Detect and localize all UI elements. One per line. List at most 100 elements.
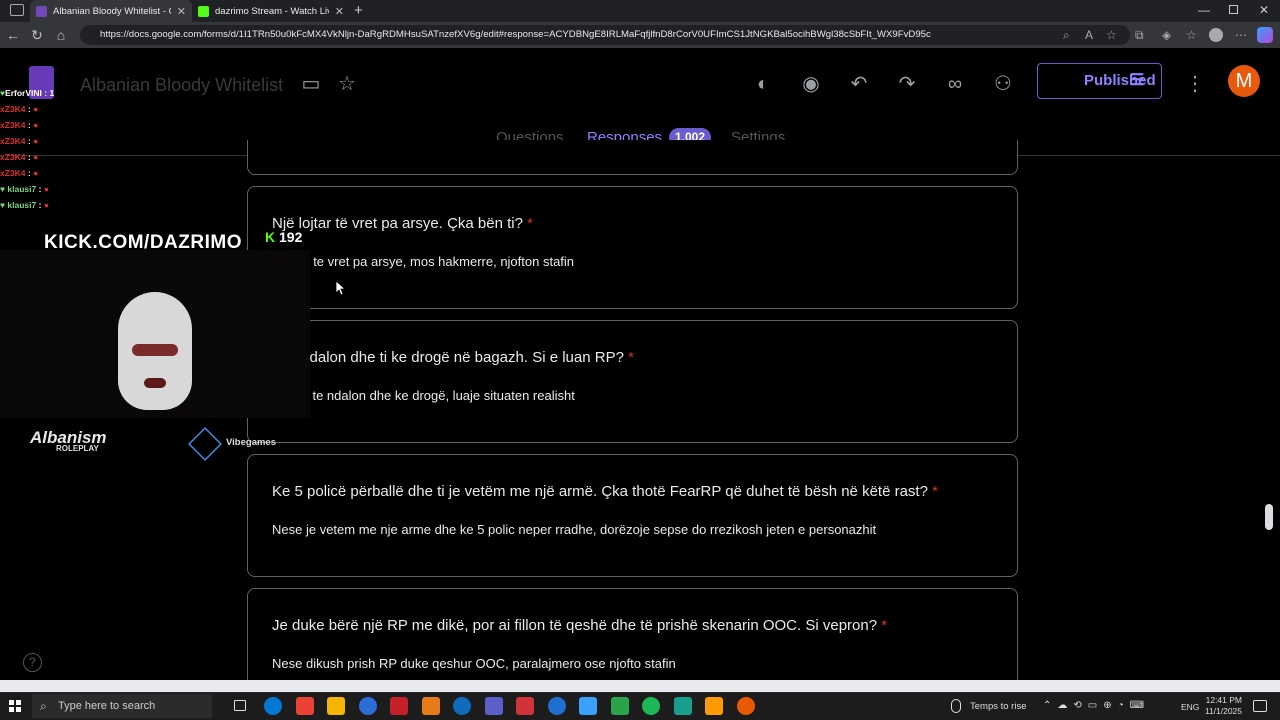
reload-icon[interactable]: ↻ (27, 25, 47, 45)
search-placeholder: Type here to search (58, 700, 156, 712)
publish-settings-icon: ☰ (1130, 72, 1145, 89)
taskbar-app-icon[interactable] (642, 697, 660, 715)
minimize-icon[interactable]: — (1198, 3, 1210, 17)
taskbar-app-icon[interactable] (673, 697, 692, 715)
folder-icon[interactable]: ▭ (297, 70, 325, 98)
taskbar-app-icon[interactable] (327, 697, 345, 715)
chat-message: xZ3K4 : ● (0, 152, 39, 162)
taskbar-app-icon[interactable] (547, 697, 566, 715)
restore-icon[interactable] (1229, 5, 1238, 14)
question-text: Një lojtar të vret pa arsye. Çka bën ti?… (272, 215, 533, 232)
answer-text: Nese je vetem me nje arme dhe ke 5 polic… (272, 522, 877, 537)
undo-icon[interactable]: ↶ (845, 70, 873, 98)
browser-essentials-icon[interactable]: ◈ (1162, 25, 1171, 45)
back-icon[interactable]: ← (3, 25, 23, 45)
mouse-cursor-icon (336, 281, 346, 296)
taskbar-app-icon[interactable] (453, 697, 471, 715)
language-indicator[interactable]: ENG (1181, 702, 1199, 712)
zoom-icon[interactable]: ⌕ (1063, 25, 1070, 45)
tab-google-form[interactable]: Albanian Bloody Whitelist - Goog ✕ (30, 0, 192, 22)
more-options-icon[interactable]: ⋮ (1181, 70, 1209, 98)
palette-icon[interactable]: ◐ (749, 70, 777, 98)
avatar[interactable]: M (1228, 65, 1260, 97)
copilot-icon[interactable] (1257, 27, 1273, 43)
chat-message: xZ3K4 : ● (0, 136, 39, 146)
kick-logo-icon: K (265, 229, 276, 245)
new-tab-icon[interactable]: + (354, 2, 363, 19)
chat-message: ♥ klausi7 : ● (0, 184, 49, 194)
taskbar-app-icon[interactable] (516, 697, 534, 715)
close-window-icon[interactable]: ✕ (1259, 3, 1269, 17)
notifications-icon[interactable] (1253, 700, 1267, 712)
response-card: Ke 5 policë përballë dhe ti je vetëm me … (247, 454, 1018, 577)
chat-message: xZ3K4 : ● (0, 104, 39, 114)
taskbar-app-icon[interactable] (421, 697, 440, 715)
taskbar-clock[interactable]: 12:41 PM 11/1/2025 (1198, 695, 1242, 717)
help-icon[interactable]: ? (23, 653, 42, 672)
taskbar-app-icon[interactable] (579, 697, 597, 715)
chat-message: ♥ klausi7 : ● (0, 200, 49, 210)
taskbar-search-box[interactable]: ⌕ Type here to search (32, 694, 212, 718)
response-card: Je duke bërë një RP me dikë, por ai fill… (247, 588, 1018, 692)
clock-date: 11/1/2025 (1204, 706, 1242, 716)
windows-start-icon[interactable] (9, 700, 21, 712)
form-title[interactable]: Albanian Bloody Whitelist (80, 75, 283, 96)
star-icon[interactable]: ☆ (333, 70, 361, 98)
close-tab-icon[interactable]: ✕ (335, 5, 344, 18)
weather-icon (951, 699, 961, 713)
taskbar-app-icon[interactable] (295, 697, 314, 715)
browser-tab-bar: Albanian Bloody Whitelist - Goog ✕ dazri… (0, 0, 1280, 22)
link-icon[interactable]: ∞ (941, 70, 969, 98)
vibegames-logo-icon (188, 427, 222, 461)
address-bar[interactable]: https://docs.google.com/forms/d/1I1TRn50… (80, 25, 1130, 45)
home-icon[interactable]: ⌂ (51, 25, 71, 45)
taskbar-app-icon[interactable] (484, 697, 503, 715)
answer-text: Nese dikush prish RP duke qeshur OOC, pa… (272, 656, 676, 671)
question-text: a të ndalon dhe ti ke drogë në bagazh. S… (272, 349, 634, 366)
clock-time: 12:41 PM (1205, 695, 1242, 705)
published-label: Published (1084, 72, 1156, 89)
weather-status[interactable]: Temps to rise (970, 701, 1027, 712)
taskbar-app-icon[interactable] (705, 697, 723, 715)
tab-kick-stream[interactable]: dazrimo Stream - Watch Live on K ✕ (192, 0, 350, 22)
question-text: Je duke bërë një RP me dikë, por ai fill… (272, 617, 888, 634)
stream-chat: ♥ErforVINI : 1 xZ3K4 : ● xZ3K4 : ● xZ3K4… (0, 85, 110, 213)
response-card: a të ndalon dhe ti ke drogë në bagazh. S… (247, 320, 1018, 443)
profile-icon[interactable] (1209, 28, 1223, 42)
tab-actions-icon[interactable] (10, 4, 24, 16)
search-icon: ⌕ (40, 699, 47, 713)
browser-toolbar: ← ↻ ⌂ https://docs.google.com/forms/d/1I… (0, 22, 1280, 48)
close-tab-icon[interactable]: ✕ (177, 5, 186, 18)
response-card: Një lojtar të vret pa arsye. Çka bën ti?… (247, 186, 1018, 309)
taskbar-app-icon[interactable] (736, 697, 755, 715)
favorite-star-icon[interactable]: ☆ (1106, 25, 1117, 45)
response-card (247, 140, 1018, 175)
taskbar-app-icon[interactable] (264, 697, 282, 715)
google-forms-favicon-icon (36, 5, 47, 17)
scrollbar-thumb[interactable] (1265, 504, 1273, 530)
page-bottom-strip (0, 680, 1280, 692)
preview-eye-icon[interactable]: ◉ (797, 70, 825, 98)
taskbar-app-icon[interactable] (610, 697, 629, 715)
albanism-logo-subtitle: ROLEPLAY (56, 444, 99, 453)
chat-message: ♥ErforVINI : 1 (0, 88, 55, 98)
favorites-icon[interactable]: ☆ (1186, 25, 1197, 45)
system-tray-icons[interactable]: ⌃☁⟲▭⊕◔⌨ (1043, 700, 1150, 711)
task-view-icon[interactable] (234, 700, 246, 711)
add-collaborator-icon[interactable]: ⚇ (989, 70, 1017, 98)
extensions-icon[interactable]: ⧉ (1135, 25, 1144, 45)
answer-text: policia te ndalon dhe ke drogë, luaje si… (272, 388, 575, 403)
streamer-balaclava (118, 292, 192, 410)
taskbar-app-icon[interactable] (358, 697, 377, 715)
chat-message: xZ3K4 : ● (0, 168, 39, 178)
answer-text: dikush te vret pa arsye, mos hakmerre, n… (272, 254, 575, 269)
url-text: https://docs.google.com/forms/d/1I1TRn50… (100, 29, 931, 40)
viewer-count: K 192 (265, 229, 303, 245)
redo-icon[interactable]: ↷ (893, 70, 921, 98)
mask-eye-holes (132, 344, 178, 356)
published-button[interactable]: Published ☰ (1037, 63, 1162, 99)
taskbar-app-icon[interactable] (390, 697, 408, 715)
menu-dots-icon[interactable]: ⋯ (1235, 25, 1247, 45)
chat-message: xZ3K4 : ● (0, 120, 39, 130)
read-aloud-icon[interactable]: A (1085, 25, 1093, 45)
